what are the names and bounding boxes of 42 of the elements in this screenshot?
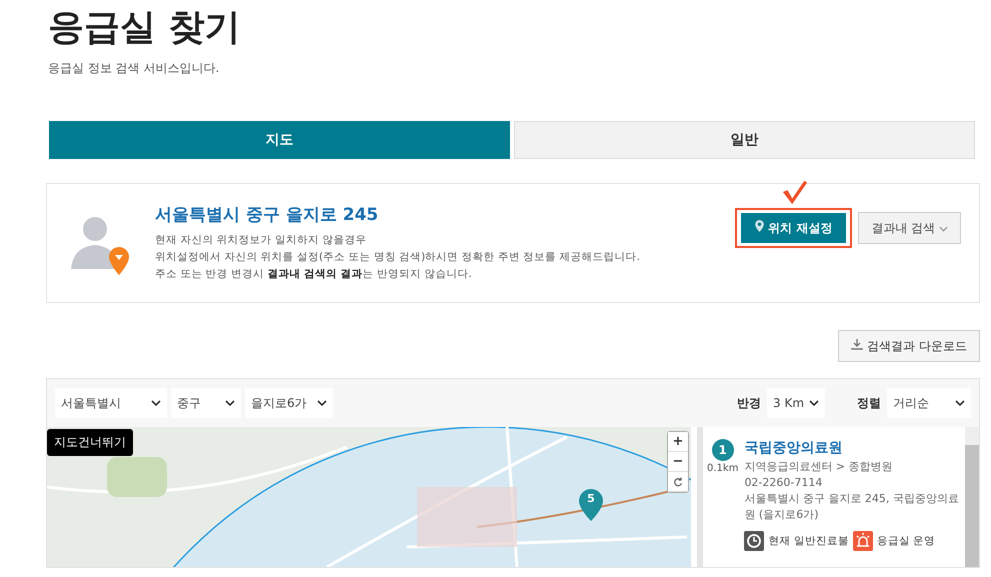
pin-icon	[755, 220, 764, 232]
general-tab[interactable]: 일반	[514, 121, 975, 159]
filter-dropdown-button[interactable]: 결과내 검색	[858, 212, 961, 244]
info-text: 주소 또는 반경 변경시 결과내 검색의 결과는 반영되지 않습니다.	[155, 267, 473, 282]
rank-badge: 1	[712, 439, 734, 461]
map-tab[interactable]: 지도	[49, 121, 510, 159]
address-text: 서울특별시 중구 을지로 245	[155, 204, 380, 226]
hospital-name-link[interactable]: 국립중앙의료원	[744, 439, 961, 457]
caret-icon	[955, 400, 965, 406]
skip-map-link[interactable]: 지도건너뛰기	[47, 429, 133, 456]
category-text: 지역응급의료센터 > 종합병원	[744, 459, 894, 475]
clock-icon	[744, 531, 764, 551]
radius-select[interactable]: 3 Km	[767, 388, 825, 418]
sort-select[interactable]: 거리순	[887, 388, 971, 418]
address-text: 서울특별시 중구 을지로 245, 국립중앙의료원 (을지로6가)	[744, 491, 960, 523]
caret-icon	[225, 400, 235, 406]
download-button[interactable]: 검색결과 다운로드	[838, 330, 980, 362]
reset-location-button[interactable]: 위치 재설정	[741, 213, 846, 243]
phone-text: 02-2260-7114	[744, 475, 824, 491]
siren-icon	[852, 531, 873, 551]
sort-label: 정렬	[857, 394, 881, 412]
caret-icon	[939, 226, 948, 232]
status-text: 현재 일반진료불	[768, 534, 849, 548]
district-select[interactable]: 중구	[171, 388, 241, 418]
caret-icon	[151, 400, 161, 406]
download-icon	[851, 338, 864, 350]
page-title: 응급실 찾기	[48, 6, 242, 50]
page-subtitle: 응급실 정보 검색 서비스입니다.	[48, 60, 220, 77]
distance-text: 0.1km	[707, 463, 738, 474]
scrollbar[interactable]	[965, 427, 979, 567]
zoom-in-button[interactable]: +	[668, 432, 688, 452]
caret-icon	[317, 400, 327, 406]
status-text: 응급실 운영	[876, 534, 936, 548]
info-text: 위치설정에서 자신의 위치를 설정(주소 또는 명칭 검색)하시면 정확한 주변 정보를 제공해드립니다.	[155, 250, 641, 265]
info-text: 현재 자신의 위치정보가 일치하지 않을경우	[155, 233, 368, 248]
map-pin[interactable]: 5	[579, 489, 603, 521]
radius-label: 반경	[737, 394, 761, 412]
city-select[interactable]: 서울특별시	[55, 388, 167, 418]
neighborhood-select[interactable]: 을지로6가	[245, 388, 333, 418]
check-mark-icon	[781, 178, 809, 206]
caret-icon	[809, 400, 819, 406]
refresh-icon	[673, 476, 683, 486]
